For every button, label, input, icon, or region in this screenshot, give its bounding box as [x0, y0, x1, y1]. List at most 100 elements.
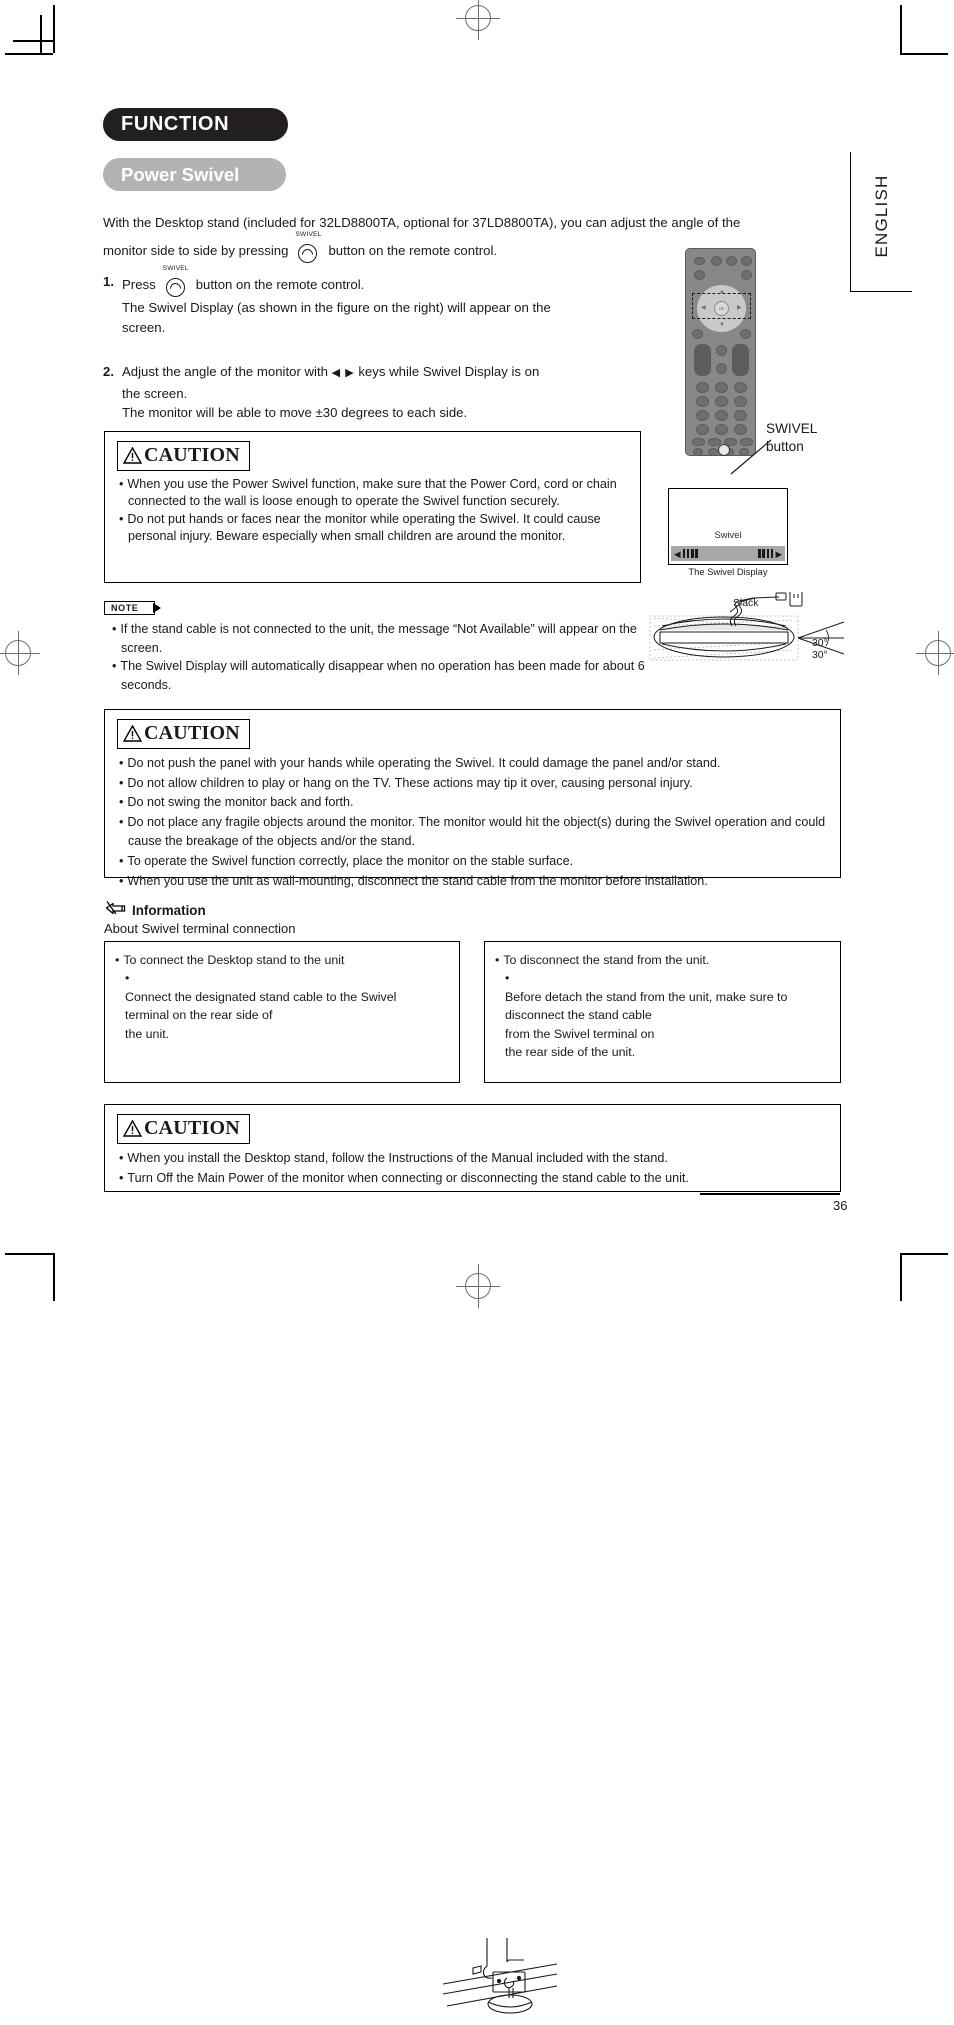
caution-2-item: When you use the unit as wall-mounting, …: [119, 872, 828, 892]
caution-1-heading: CAUTION: [117, 441, 250, 471]
remote-button-mute: [716, 345, 727, 356]
crop-mark-top-right-v: [900, 5, 902, 53]
remote-button-exit: [692, 329, 703, 339]
caution-3-item: When you install the Desktop stand, foll…: [119, 1149, 828, 1169]
registration-mark-bottom: [456, 1264, 500, 1308]
swivel-bar-right-ticks: [758, 549, 774, 558]
disconnect-detail: Before detach the stand from the unit, m…: [495, 969, 832, 1061]
remote-button-x: [716, 363, 727, 374]
information-title: Information: [132, 902, 206, 918]
remote-key-8: [715, 410, 728, 421]
remote-transport-forward: [708, 448, 718, 456]
manual-page: FUNCTION Power Swivel ENGLISH With the D…: [0, 0, 954, 2014]
function-heading: FUNCTION: [103, 108, 288, 141]
caution-box-1: CAUTION When you use the Power Swivel fu…: [104, 431, 641, 583]
remote-color-key-red: [692, 438, 705, 446]
crop-mark-bottom-right-h: [900, 1253, 948, 1255]
angle-label-top: 30°: [812, 638, 828, 649]
swivel-bar-left-arrow-icon: ◀: [674, 548, 681, 559]
remote-key-9: [734, 410, 747, 421]
step-1-line-2: The Swivel Display (as shown in the figu…: [122, 300, 551, 315]
angle-label-bottom: 30°: [812, 650, 828, 661]
remote-transport-rewind: [693, 448, 703, 456]
swivel-icon-label: SWIVEL: [162, 265, 189, 272]
caution-3-list: When you install the Desktop stand, foll…: [105, 1149, 840, 1188]
remote-key-4: [696, 396, 709, 407]
crop-mark-top-left-h2: [13, 40, 53, 42]
step-2-text-after: keys while Swivel Display is on: [358, 364, 540, 379]
crop-mark-bottom-right-v: [900, 1253, 902, 1301]
remote-button-power2: [726, 256, 737, 266]
connect-detail: Connect the designated stand cable to th…: [115, 969, 451, 1043]
remote-channel-rocker: [732, 344, 749, 376]
crop-mark-bottom-left-h: [5, 1253, 53, 1255]
remote-key-3: [734, 382, 747, 393]
swivel-button-callout: SWIVEL button: [766, 420, 817, 455]
note-item: The Swivel Display will automatically di…: [112, 657, 664, 694]
remote-button-avr: [694, 257, 705, 265]
information-box-disconnect: To disconnect the stand from the unit. B…: [484, 941, 841, 1083]
caution-3-heading: CAUTION: [117, 1114, 250, 1144]
caution-1-item: When you use the Power Swivel function, …: [119, 476, 628, 511]
caution-2-list: Do not push the panel with your hands wh…: [105, 754, 840, 891]
stand-connection-illustration: [441, 1936, 559, 2020]
step-1-line-1: Press SWIVEL button on the remote contro…: [122, 265, 623, 298]
step-2-line-3: The monitor will be able to move ±30 deg…: [122, 405, 468, 420]
remote-volume-rocker: [694, 344, 711, 376]
warning-triangle-icon: [123, 725, 142, 742]
step-1-line-3: screen.: [122, 319, 166, 335]
disconnect-line: the rear side of the unit.: [505, 1045, 636, 1060]
swivel-bar-right-group: ▶: [758, 549, 782, 558]
step-1: 1. Press SWIVEL button on the remote con…: [103, 265, 623, 337]
swivel-display-caption: The Swivel Display: [688, 566, 768, 577]
caution-2-item: To operate the Swivel function correctly…: [119, 852, 828, 872]
note-list: If the stand cable is not connected to t…: [104, 620, 664, 694]
disconnect-line: Before detach the stand from the unit, m…: [505, 989, 788, 1004]
remote-key-asterisk: [696, 424, 709, 435]
step-1-text-before: Press: [122, 277, 156, 293]
caution-2-title: CAUTION: [144, 722, 240, 744]
footer-rule: [700, 1193, 840, 1195]
connect-line: terminal on the rear side of: [125, 1008, 273, 1023]
note-block: NOTE If the stand cable is not connected…: [104, 598, 664, 694]
swivel-bar-right-arrow-icon: ▶: [775, 548, 782, 559]
step-2-number: 2.: [103, 364, 114, 379]
remote-button-return: [740, 329, 751, 339]
section-heading: Power Swivel: [103, 158, 286, 191]
remote-button-menu: [694, 270, 705, 280]
step-1-text-after: button on the remote control.: [195, 277, 365, 293]
language-tab-label: ENGLISH: [872, 174, 891, 258]
intro-line-1: With the Desktop stand (included for 32L…: [103, 215, 741, 230]
remote-button-dvd: [741, 256, 752, 266]
remote-key-enter: [734, 424, 747, 435]
information-box-connect: To connect the Desktop stand to the unit…: [104, 941, 558, 2014]
registration-mark-left: [0, 631, 40, 675]
note-item: If the stand cable is not connected to t…: [112, 620, 664, 657]
information-subtitle: About Swivel terminal connection: [104, 921, 296, 936]
nav-down-icon: ▼: [719, 322, 725, 328]
disconnect-bullet: To disconnect the stand from the unit.: [495, 951, 832, 969]
crop-mark-top-left-v2: [40, 15, 42, 53]
page-number: 36: [833, 1198, 848, 1213]
remote-key-7: [696, 410, 709, 421]
caution-box-3: CAUTION When you install the Desktop sta…: [104, 1104, 841, 1192]
swivel-button-icon: SWIVEL: [159, 265, 193, 298]
swivel-button-icon: SWIVEL: [291, 231, 325, 264]
remote-key-1: [696, 382, 709, 393]
step-1-number: 1.: [103, 274, 114, 289]
swivel-display-bar: ◀ ▶: [671, 546, 785, 561]
registration-mark-top: [456, 0, 500, 40]
caution-box-2: CAUTION Do not push the panel with your …: [104, 709, 841, 888]
swivel-display-label: Swivel: [714, 529, 742, 540]
navigation-highlight-box: [692, 293, 751, 319]
step-2-line-2: the screen.: [122, 385, 188, 401]
swivel-display-figure: Swivel ◀ ▶: [668, 488, 788, 565]
warning-triangle-icon: [123, 1120, 142, 1137]
caution-1-item: Do not put hands or faces near the monit…: [119, 511, 628, 546]
intro-line-2-before: monitor side to side by pressing: [103, 243, 289, 258]
caution-2-item: Do not place any fragile objects around …: [119, 813, 828, 852]
pointing-hand-icon: [104, 899, 126, 921]
caution-2-item: Do not swing the monitor back and forth.: [119, 793, 828, 813]
language-tab: ENGLISH: [850, 152, 912, 292]
disconnect-line: disconnect the stand cable: [505, 1008, 652, 1023]
